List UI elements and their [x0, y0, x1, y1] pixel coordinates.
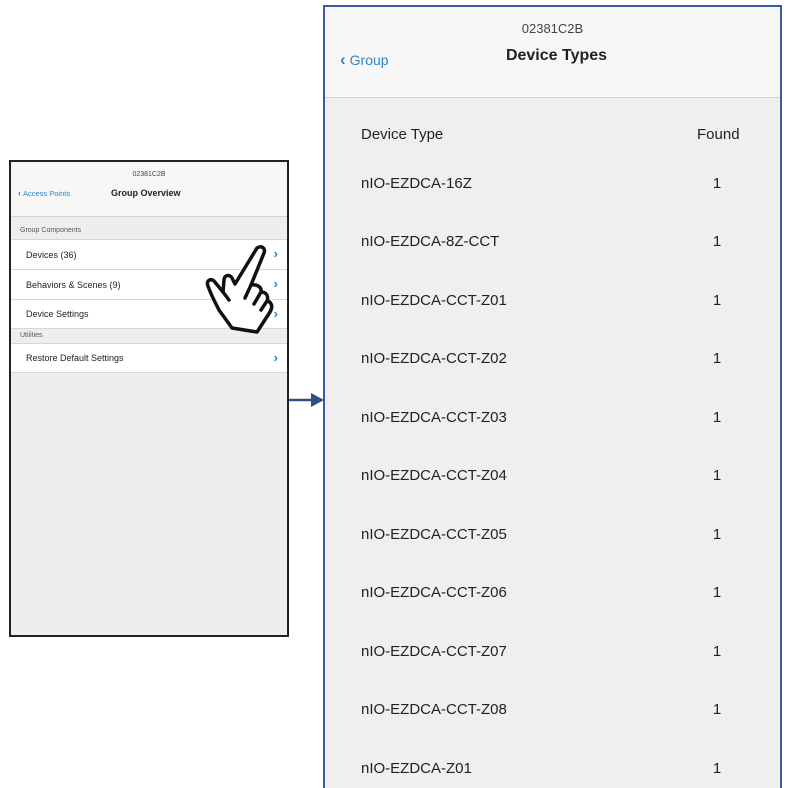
found-count-cell: 1 [712, 291, 722, 309]
found-count-cell: 1 [712, 584, 722, 602]
device-type-cell: nIO-EZDCA-CCT-Z04 [361, 467, 507, 485]
nav-subtitle: 02381C2B [521, 21, 584, 36]
found-count-cell: 1 [712, 701, 722, 719]
chevron-right-icon: › [273, 350, 278, 365]
table-row: nIO-EZDCA-16Z 1 [325, 154, 780, 213]
found-count-cell: 1 [712, 467, 722, 485]
nav-subtitle: 02381C2B [132, 171, 166, 178]
table-row: nIO-EZDCA-CCT-Z07 1 [325, 622, 780, 681]
group-overview-screen: 02381C2B ‹ Access Points Group Overview … [9, 160, 289, 637]
device-types-table: Device Type Found nIO-EZDCA-16Z 1 nIO-EZDC… [325, 98, 780, 788]
device-type-cell: nIO-EZDCA-CCT-Z01 [361, 291, 507, 309]
chevron-left-icon: ‹ [18, 188, 21, 198]
row-label: Behaviors & Scenes (9) [26, 279, 121, 290]
table-body: nIO-EZDCA-16Z 1 nIO-EZDCA-8Z-CCT 1 nIO-EZDCA… [325, 154, 780, 788]
device-type-cell: nIO-EZDCA-CCT-Z07 [361, 642, 507, 660]
found-count-cell: 1 [712, 408, 722, 426]
table-row: nIO-EZDCA-CCT-Z05 1 [325, 505, 780, 564]
table-row: nIO-EZDCA-CCT-Z08 1 [325, 681, 780, 740]
device-type-cell: nIO-EZDCA-CCT-Z02 [361, 350, 507, 368]
table-row: nIO-EZDCA-CCT-Z02 1 [325, 330, 780, 389]
found-count-cell: 1 [712, 525, 722, 543]
row-label: Restore Default Settings [26, 353, 124, 363]
found-count-cell: 1 [712, 174, 722, 192]
row-label: Device Settings [26, 309, 89, 319]
device-types-screen: 02381C2B ‹ Group Device Types Device Typ… [323, 5, 782, 788]
nav-bar: 02381C2B ‹ Access Points Group Overview [11, 162, 287, 217]
table-row: nIO-EZDCA-8Z-CCT 1 [325, 213, 780, 272]
section-header-group-components: Group Components [20, 227, 82, 234]
table-row: nIO-EZDCA-CCT-Z04 1 [325, 447, 780, 506]
device-type-cell: nIO-EZDCA-CCT-Z03 [361, 408, 507, 426]
back-button-label: Access Points [23, 189, 71, 198]
nav-bar: 02381C2B ‹ Group Device Types [325, 7, 780, 98]
device-type-cell: nIO-EZDCA-CCT-Z08 [361, 701, 507, 719]
utilities-list: Restore Default Settings › [11, 343, 287, 373]
device-type-cell: nIO-EZDCA-8Z-CCT [361, 233, 500, 251]
table-row: nIO-EZDCA-CCT-Z01 1 [325, 271, 780, 330]
pointing-hand-icon [205, 245, 274, 334]
table-row: nIO-EZDCA-CCT-Z03 1 [325, 388, 780, 447]
column-header-device-type: Device Type [361, 125, 444, 143]
table-header: Device Type Found [325, 114, 780, 154]
page-title: Device Types [505, 47, 608, 64]
page-title: Group Overview [111, 188, 181, 198]
device-type-cell: nIO-EZDCA-CCT-Z06 [361, 584, 507, 602]
back-button[interactable]: ‹ Access Points [18, 188, 71, 199]
table-row: nIO-EZDCA-CCT-Z06 1 [325, 564, 780, 623]
found-count-cell: 1 [712, 350, 722, 368]
row-label: Devices (36) [26, 249, 77, 260]
column-header-found: Found [697, 125, 740, 143]
found-count-cell: 1 [712, 759, 722, 777]
device-type-cell: nIO-EZDCA-CCT-Z05 [361, 525, 507, 543]
arrow-right-icon [289, 393, 324, 407]
found-count-cell: 1 [712, 642, 722, 660]
table-row: nIO-EZDCA-Z01 1 [325, 739, 780, 788]
device-type-cell: nIO-EZDCA-Z01 [361, 759, 472, 777]
device-type-cell: nIO-EZDCA-16Z [361, 174, 472, 192]
found-count-cell: 1 [712, 233, 722, 251]
row-restore-default-settings[interactable]: Restore Default Settings › [11, 343, 287, 373]
